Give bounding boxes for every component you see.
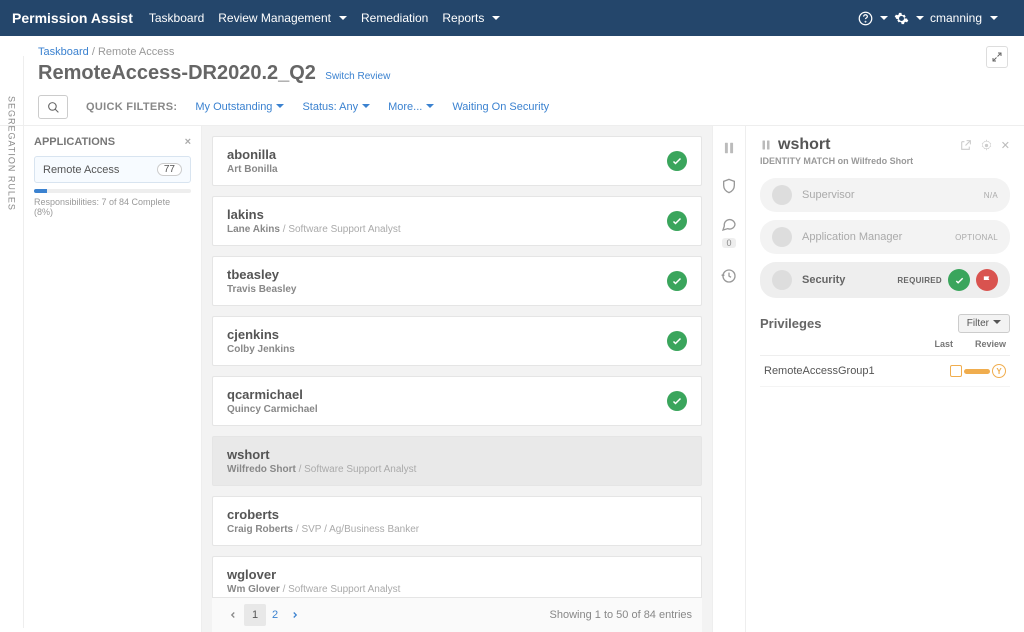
user-row[interactable]: wgloverWm Glover / Software Support Anal… (212, 556, 702, 597)
pager-page-2[interactable]: 2 (266, 609, 284, 621)
identity-match: IDENTITY MATCH on Wilfredo Short (760, 156, 1010, 166)
user-row[interactable]: crobertsCraig Roberts / SVP / Ag/Busines… (212, 496, 702, 546)
user-row[interactable]: tbeasleyTravis Beasley (212, 256, 702, 306)
pager-prev[interactable] (222, 604, 244, 626)
pager-page-1[interactable]: 1 (244, 604, 266, 626)
breadcrumb-current: Remote Access (98, 46, 174, 58)
pause-icon[interactable] (719, 138, 739, 158)
privilege-row: RemoteAccessGroup1 Y (760, 356, 1010, 387)
detail-gear-icon[interactable] (980, 139, 993, 152)
review-slider[interactable]: Y (950, 364, 1006, 378)
detail-username: wshort (778, 136, 830, 154)
detail-close-icon[interactable]: ✕ (1001, 139, 1010, 152)
navbar: Permission Assist Taskboard Review Manag… (0, 0, 1024, 36)
detail-panel: wshort ✕ IDENTITY MATCH on Wilfredo Shor… (746, 126, 1024, 632)
role-row: SecurityREQUIRED (760, 262, 1010, 298)
avatar (772, 185, 792, 205)
nav-remediation[interactable]: Remediation (361, 11, 428, 25)
expand-icon[interactable] (986, 46, 1008, 68)
user-row[interactable]: lakinsLane Akins / Software Support Anal… (212, 196, 702, 246)
qf-waiting-security[interactable]: Waiting On Security (452, 101, 549, 113)
col-review: Review (975, 339, 1006, 349)
progress-bar (34, 189, 191, 193)
approve-button[interactable] (948, 269, 970, 291)
comment-icon[interactable] (719, 214, 739, 234)
user-row[interactable]: wshortWilfredo Short / Software Support … (212, 436, 702, 486)
breadcrumb-root[interactable]: Taskboard (38, 46, 89, 58)
qf-more[interactable]: More... (388, 101, 434, 113)
segregation-rules-tab[interactable]: SEGREGATION RULES (0, 56, 24, 628)
avatar (772, 227, 792, 247)
col-last: Last (934, 339, 953, 349)
check-icon (667, 331, 687, 351)
user-row[interactable]: abonillaArt Bonilla (212, 136, 702, 186)
filter-button[interactable]: Filter (958, 314, 1010, 333)
check-icon (667, 151, 687, 171)
qf-status[interactable]: Status: Any (302, 101, 370, 113)
comment-count: 0 (722, 238, 735, 248)
nav-user[interactable]: cmanning (930, 11, 998, 25)
brand: Permission Assist (12, 10, 133, 26)
open-external-icon[interactable] (959, 139, 972, 152)
avatar (772, 270, 792, 290)
user-list: abonillaArt Bonilla lakinsLane Akins / So… (202, 126, 712, 632)
history-icon[interactable] (719, 266, 739, 286)
nav-review-mgmt[interactable]: Review Management (218, 11, 347, 25)
help-icon[interactable] (858, 10, 874, 26)
app-remote-access[interactable]: Remote Access 77 (34, 156, 191, 183)
pager-info: Showing 1 to 50 of 84 entries (550, 609, 692, 621)
icon-rail: 0 (712, 126, 746, 632)
check-icon (667, 271, 687, 291)
quick-filters: QUICK FILTERS: My Outstanding Status: An… (38, 95, 1008, 119)
app-count-badge: 77 (157, 163, 182, 176)
nav-taskboard[interactable]: Taskboard (149, 11, 204, 25)
check-icon (667, 211, 687, 231)
flag-button[interactable] (976, 269, 998, 291)
role-row: SupervisorN/A (760, 178, 1010, 212)
nav-reports[interactable]: Reports (442, 11, 500, 25)
user-row[interactable]: qcarmichaelQuincy Carmichael (212, 376, 702, 426)
pager-next[interactable] (284, 604, 306, 626)
user-row[interactable]: cjenkinsColby Jenkins (212, 316, 702, 366)
switch-review-link[interactable]: Switch Review (325, 71, 390, 82)
quickfilters-label: QUICK FILTERS: (86, 101, 177, 113)
shield-icon[interactable] (719, 176, 739, 196)
applications-panel: APPLICATIONS × Remote Access 77 Responsi… (24, 126, 202, 632)
role-row: Application ManagerOPTIONAL (760, 220, 1010, 254)
page-head: Taskboard / Remote Access RemoteAccess-D… (0, 36, 1024, 126)
privileges-heading: Privileges (760, 316, 821, 331)
applications-heading: APPLICATIONS (34, 136, 115, 148)
breadcrumb: Taskboard / Remote Access (38, 46, 1008, 58)
progress-text: Responsibilities: 7 of 84 Complete (8%) (34, 197, 191, 217)
pause-small-icon (760, 139, 772, 151)
gear-icon[interactable] (894, 10, 910, 26)
search-icon[interactable] (38, 95, 68, 119)
check-icon (667, 391, 687, 411)
close-icon[interactable]: × (185, 136, 191, 148)
pager: 1 2 Showing 1 to 50 of 84 entries (212, 597, 702, 632)
page-title: RemoteAccess-DR2020.2_Q2 (38, 62, 316, 85)
qf-my-outstanding[interactable]: My Outstanding (195, 101, 284, 113)
